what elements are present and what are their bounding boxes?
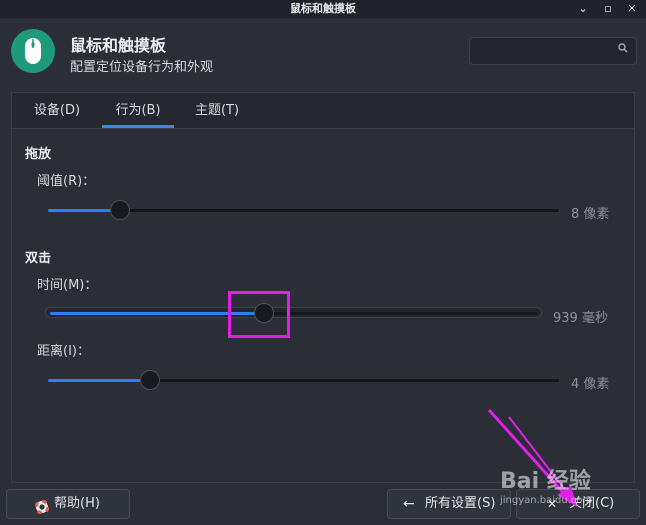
drag-heading: 拖放 (25, 147, 52, 162)
watermark: Bai 经验 jingyan.baidu.com (500, 463, 592, 506)
maximize-icon[interactable]: ▫ (597, 0, 619, 18)
tab-bar: 设备(D) 行为(B) 主题(T) (12, 93, 634, 129)
all-settings-label: 所有设置(S) (425, 496, 496, 511)
distance-slider-fill (48, 379, 151, 382)
time-value: 939 毫秒 (553, 311, 608, 326)
help-button[interactable]: 帮助(H) (6, 489, 130, 519)
threshold-label: 阈值(R)： (37, 174, 96, 189)
window-title: 鼠标和触摸板 (290, 2, 356, 15)
watermark-url: jingyan.baidu.com (500, 495, 593, 506)
distance-value: 4 像素 (571, 377, 610, 392)
distance-slider-handle[interactable] (140, 370, 161, 390)
header: 鼠标和触摸板 配置定位设备行为和外观 (0, 18, 646, 90)
tab-behavior-label: 行为(B) (115, 103, 161, 118)
minimize-icon[interactable]: ⌄ (572, 0, 594, 18)
threshold-value: 8 像素 (571, 207, 610, 222)
help-label: 帮助(H) (54, 496, 100, 511)
help-icon (34, 497, 50, 525)
distance-slider[interactable] (48, 379, 559, 382)
search-icon[interactable] (618, 43, 628, 56)
tab-theme-label: 主题(T) (194, 103, 240, 118)
arrow-left-icon: ← (403, 496, 415, 512)
tab-devices[interactable]: 设备(D) (26, 93, 88, 128)
watermark-logo: Bai 经验 (500, 469, 591, 494)
tab-devices-label: 设备(D) (33, 103, 81, 118)
tab-theme[interactable]: 主题(T) (186, 93, 248, 128)
double-click-heading: 双击 (25, 251, 52, 266)
time-slider[interactable] (50, 312, 537, 315)
settings-panel: 设备(D) 行为(B) 主题(T) 拖放 阈值(R)： 8 像素 双击 时间(M… (11, 92, 635, 483)
search-input[interactable] (469, 37, 637, 65)
mouse-icon (11, 29, 55, 73)
time-label: 时间(M)： (37, 278, 98, 293)
page-subtitle: 配置定位设备行为和外观 (70, 60, 214, 75)
window-titlebar: 鼠标和触摸板 (0, 0, 646, 18)
tab-behavior[interactable]: 行为(B) (102, 93, 174, 128)
threshold-slider-handle[interactable] (109, 200, 130, 220)
annotation-highlight-box (228, 291, 290, 338)
all-settings-button[interactable]: ← 所有设置(S) (387, 489, 511, 519)
distance-label: 距离(I)： (37, 344, 90, 359)
page-title: 鼠标和触摸板 (70, 36, 167, 55)
close-icon[interactable]: ✕ (621, 0, 643, 18)
threshold-slider-fill (48, 209, 120, 212)
